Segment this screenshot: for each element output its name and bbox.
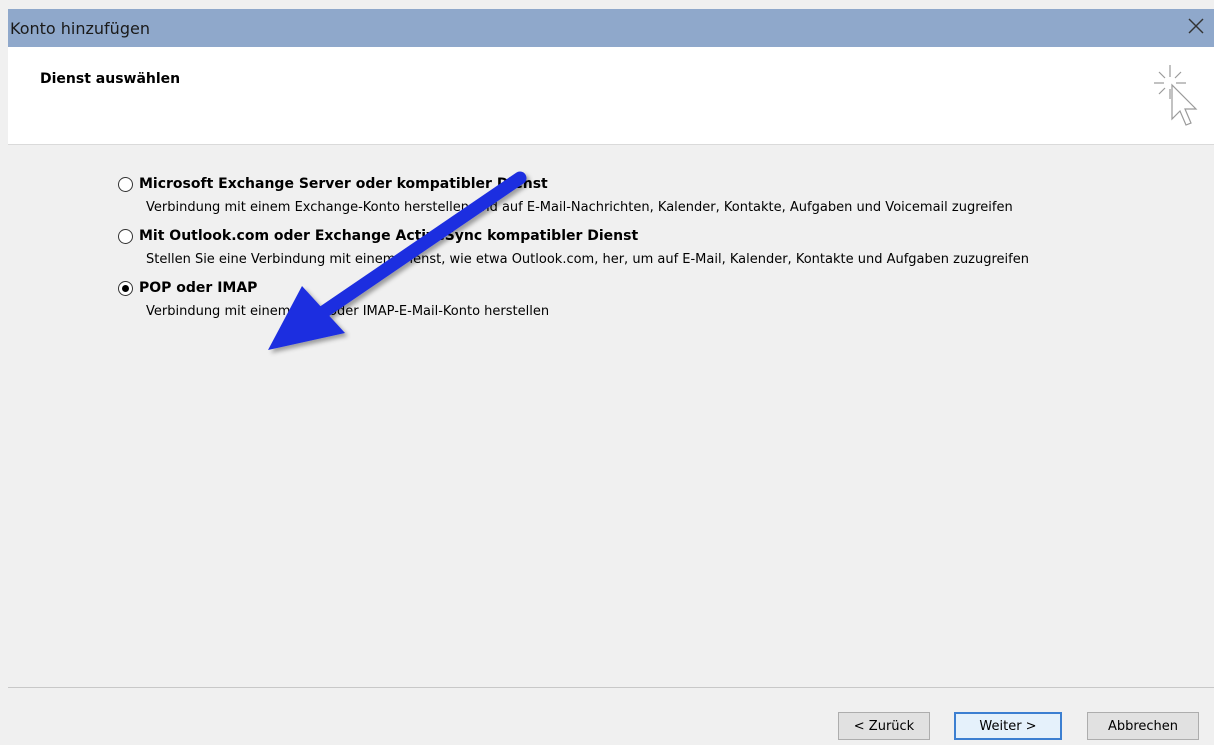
radio-button[interactable]: [118, 176, 133, 192]
page-title: Dienst auswählen: [40, 71, 181, 87]
title-bar: Konto hinzufügen: [8, 9, 1214, 47]
footer-divider: [8, 687, 1214, 688]
option-exchange: Microsoft Exchange Server oder kompatibl…: [118, 174, 1178, 216]
service-options: Microsoft Exchange Server oder kompatibl…: [118, 174, 1178, 330]
radio-exchange[interactable]: Microsoft Exchange Server oder kompatibl…: [118, 174, 1178, 194]
option-description: Verbindung mit einem Exchange-Konto hers…: [146, 200, 1013, 215]
radio-outlook-activesync[interactable]: Mit Outlook.com oder Exchange ActiveSync…: [118, 226, 1178, 246]
cancel-button[interactable]: Abbrechen: [1087, 712, 1199, 740]
radio-dot: [122, 284, 129, 292]
option-description: Verbindung mit einem POP- oder IMAP-E-Ma…: [146, 304, 550, 319]
close-button[interactable]: [1178, 9, 1214, 43]
next-button[interactable]: Weiter >: [954, 712, 1062, 740]
radio-pop-imap[interactable]: POP oder IMAP: [118, 278, 1178, 298]
option-label: Microsoft Exchange Server oder kompatibl…: [139, 176, 548, 192]
header-panel: Dienst auswählen: [8, 47, 1214, 145]
radio-button[interactable]: [118, 228, 133, 244]
option-pop-imap: POP oder IMAP Verbindung mit einem POP- …: [118, 278, 1178, 320]
add-account-dialog: Konto hinzufügen Dienst auswählen Micros…: [0, 0, 1214, 745]
option-description: Stellen Sie eine Verbindung mit einem Di…: [146, 252, 1029, 267]
option-label: POP oder IMAP: [139, 280, 258, 296]
option-label: Mit Outlook.com oder Exchange ActiveSync…: [139, 228, 639, 244]
radio-button-selected[interactable]: [118, 280, 133, 296]
sparkle-cursor-icon: [1154, 65, 1198, 126]
option-outlook-activesync: Mit Outlook.com oder Exchange ActiveSync…: [118, 226, 1178, 268]
back-button[interactable]: < Zurück: [838, 712, 930, 740]
close-icon: [1188, 18, 1204, 34]
window-title: Konto hinzufügen: [10, 19, 150, 38]
